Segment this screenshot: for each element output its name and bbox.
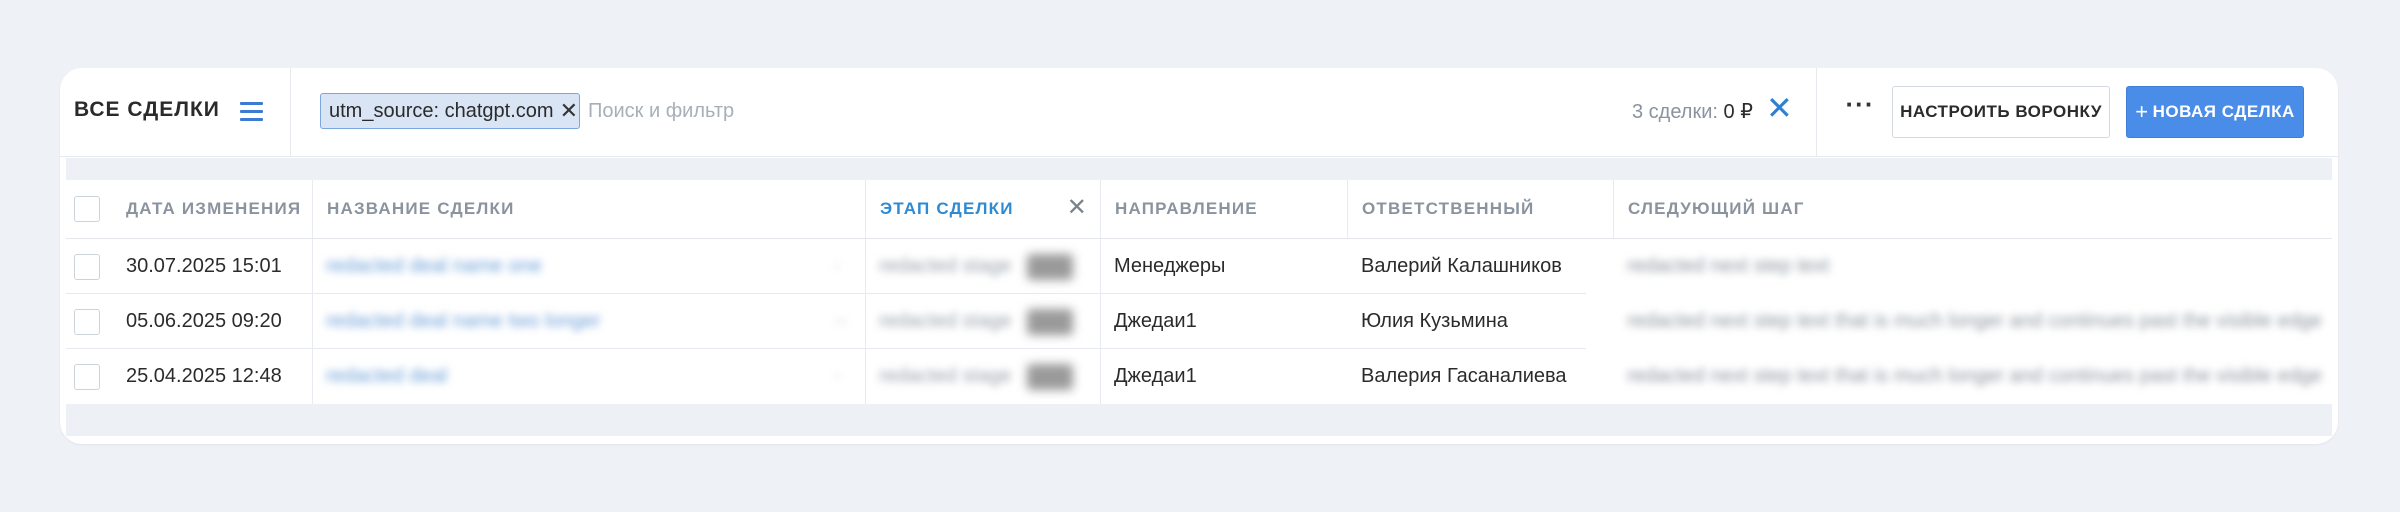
deal-mark: · xyxy=(834,365,841,387)
column-divider xyxy=(865,239,866,404)
toolbar: ВСЕ СДЕЛКИ utm_source: chatgpt.com ✕ 3 с… xyxy=(60,68,2338,157)
hamburger-menu-icon[interactable] xyxy=(240,100,263,122)
deal-name-link[interactable]: redacted deal name one xyxy=(326,255,542,278)
stage-tag xyxy=(1027,253,1074,280)
configure-funnel-button[interactable]: НАСТРОИТЬ ВОРОНКУ xyxy=(1892,86,2110,138)
plus-icon: + xyxy=(2135,99,2149,124)
select-all-checkbox[interactable] xyxy=(74,196,100,222)
table-row[interactable]: 25.04.2025 12:48 redacted deal · redacte… xyxy=(66,349,2332,404)
cell-next-step: redacted next step text that is much lon… xyxy=(1613,349,2332,404)
row-checkbox[interactable] xyxy=(74,308,100,335)
row-checkbox[interactable] xyxy=(74,363,100,390)
cell-deal-name[interactable]: redacted deal xyxy=(312,349,812,404)
table-header: ДАТА ИЗМЕНЕНИЯ НАЗВАНИЕ СДЕЛКИ ЭТАП СДЕЛ… xyxy=(66,180,2332,239)
close-icon[interactable]: ✕ xyxy=(1067,196,1088,220)
column-header-responsible[interactable]: ОТВЕТСТВЕННЫЙ xyxy=(1347,180,1613,238)
column-header-next-step[interactable]: СЛЕДУЮЩИЙ ШАГ xyxy=(1613,180,2332,238)
deal-sum: 0 ₽ xyxy=(1723,101,1753,123)
column-header-name[interactable]: НАЗВАНИЕ СДЕЛКИ xyxy=(312,180,865,238)
cell-mark: · xyxy=(820,239,860,294)
table-row[interactable]: 30.07.2025 15:01 redacted deal name one … xyxy=(66,239,2332,294)
row-checkbox[interactable] xyxy=(74,253,100,280)
select-all-cell xyxy=(66,180,112,238)
next-step-text: redacted next step text that is much lon… xyxy=(1627,310,2322,332)
cell-mark: ·· xyxy=(820,294,860,349)
deals-panel: ВСЕ СДЕЛКИ utm_source: chatgpt.com ✕ 3 с… xyxy=(60,68,2338,444)
stage-label: redacted stage xyxy=(879,255,1012,277)
next-step-text: redacted next step text that is much lon… xyxy=(1627,365,2322,387)
cell-direction: Менеджеры xyxy=(1114,255,1226,277)
table-row[interactable]: 05.06.2025 09:20 redacted deal name two … xyxy=(66,294,2332,349)
cell-date: 30.07.2025 15:01 xyxy=(126,255,282,277)
cell-stage[interactable]: redacted stage xyxy=(865,239,1100,294)
next-step-text: redacted next step text xyxy=(1627,255,1830,277)
deal-mark: ·· xyxy=(834,310,848,332)
stage-label: redacted stage xyxy=(879,365,1012,387)
toolbar-divider xyxy=(1816,68,1817,156)
stage-label: redacted stage xyxy=(879,310,1012,332)
filter-chip-label: utm_source: chatgpt.com xyxy=(329,99,554,122)
column-header-direction[interactable]: НАПРАВЛЕНИЕ xyxy=(1100,180,1347,238)
column-header-changed[interactable]: ДАТА ИЗМЕНЕНИЯ xyxy=(112,180,312,238)
column-header-stage[interactable]: ЭТАП СДЕЛКИ ✕ xyxy=(865,180,1100,238)
cell-next-step: redacted next step text xyxy=(1613,239,2332,294)
filter-chip[interactable]: utm_source: chatgpt.com ✕ xyxy=(320,93,580,129)
deal-name-link[interactable]: redacted deal name two longer xyxy=(326,310,601,333)
deal-mark: · xyxy=(834,255,841,277)
column-divider xyxy=(1100,239,1101,404)
deal-count-label: 3 сделки: xyxy=(1632,101,1718,123)
cell-deal-name[interactable]: redacted deal name one xyxy=(312,239,812,294)
more-options-icon[interactable]: ··· xyxy=(1842,91,1878,128)
clear-filter-icon[interactable]: ✕ xyxy=(1766,92,1793,124)
column-divider xyxy=(312,239,313,404)
cell-direction: Джедаи1 xyxy=(1114,310,1197,332)
stage-tag xyxy=(1027,363,1074,390)
deal-count: 3 сделки: 0 ₽ xyxy=(1632,99,1753,124)
toolbar-divider xyxy=(290,68,291,156)
cell-responsible: Юлия Кузьмина xyxy=(1361,310,1508,332)
table-top-gap xyxy=(66,158,2332,180)
close-icon[interactable]: ✕ xyxy=(560,100,578,122)
new-deal-button[interactable]: + НОВАЯ СДЕЛКА xyxy=(2126,86,2304,138)
cell-mark: · xyxy=(820,349,860,404)
deal-name-link[interactable]: redacted deal xyxy=(326,365,447,388)
cell-stage[interactable]: redacted stage xyxy=(865,294,1100,349)
page-title: ВСЕ СДЕЛКИ xyxy=(74,98,220,121)
row-select-cell xyxy=(66,294,112,349)
column-header-stage-label: ЭТАП СДЕЛКИ xyxy=(880,199,1014,218)
stage-tag xyxy=(1027,308,1074,335)
table-bottom-gap xyxy=(66,404,2332,436)
cell-responsible: Валерия Гасаналиева xyxy=(1361,365,1567,387)
new-deal-label: НОВАЯ СДЕЛКА xyxy=(2152,102,2295,121)
row-select-cell xyxy=(66,349,112,404)
cell-date: 05.06.2025 09:20 xyxy=(126,310,282,332)
cell-stage[interactable]: redacted stage xyxy=(865,349,1100,404)
cell-responsible: Валерий Калашников xyxy=(1361,255,1562,277)
cell-next-step: redacted next step text that is much lon… xyxy=(1613,294,2332,349)
cell-date: 25.04.2025 12:48 xyxy=(126,365,282,387)
cell-direction: Джедаи1 xyxy=(1114,365,1197,387)
cell-deal-name[interactable]: redacted deal name two longer xyxy=(312,294,812,349)
search-input[interactable] xyxy=(588,94,1188,128)
row-select-cell xyxy=(66,239,112,294)
